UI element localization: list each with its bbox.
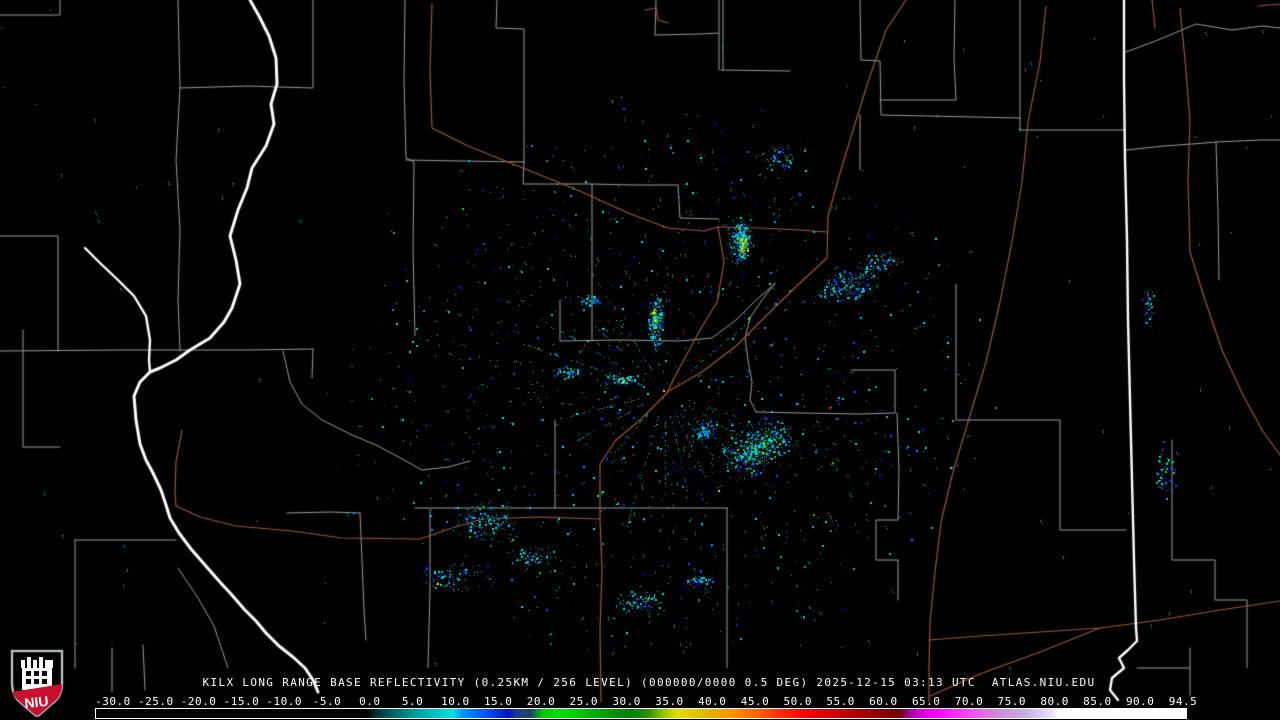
scale-tick-label: -5.0 (313, 695, 342, 708)
scale-tick-label: -20.0 (181, 695, 217, 708)
scale-tick-label: 50.0 (784, 695, 813, 708)
scale-tick-label: 40.0 (698, 695, 727, 708)
radar-product-caption: KILX LONG RANGE BASE REFLECTIVITY (0.25K… (0, 676, 1280, 689)
radar-display: KILX LONG RANGE BASE REFLECTIVITY (0.25K… (0, 0, 1280, 720)
scale-tick-label: 75.0 (998, 695, 1027, 708)
scale-tick-label: 55.0 (826, 695, 855, 708)
scale-tick-label: 70.0 (955, 695, 984, 708)
scale-tick-label: -30.0 (95, 695, 131, 708)
scale-tick-label: 85.0 (1083, 695, 1112, 708)
scale-tick-label: 45.0 (741, 695, 770, 708)
niu-logo: NIU (8, 648, 66, 720)
reflectivity-scale-ticks: -30.0 -25.0 -20.0 -15.0 -10.0 -5.0 0.0 5.0 10.0 1… (0, 695, 1280, 708)
scale-tick-label: -15.0 (224, 695, 260, 708)
scale-tick-label: 20.0 (527, 695, 556, 708)
scale-tick-label: 80.0 (1040, 695, 1069, 708)
scale-tick-label: 15.0 (484, 695, 513, 708)
scale-tick-label: 30.0 (612, 695, 641, 708)
scale-tick-label: 94.5 (1169, 695, 1198, 708)
scale-tick-label: -25.0 (138, 695, 174, 708)
niu-logo-text: NIU (24, 693, 50, 711)
scale-tick-label: 10.0 (441, 695, 470, 708)
scale-tick-label: 35.0 (655, 695, 684, 708)
scale-tick-label: 25.0 (570, 695, 599, 708)
scale-tick-label: 65.0 (912, 695, 941, 708)
scale-tick-label: 90.0 (1126, 695, 1155, 708)
scale-tick-label: 60.0 (869, 695, 898, 708)
radar-map-canvas (0, 0, 1280, 720)
scale-tick-label: 5.0 (402, 695, 423, 708)
scale-tick-label: -10.0 (266, 695, 302, 708)
scale-tick-label: 0.0 (359, 695, 380, 708)
reflectivity-color-bar (95, 708, 1187, 719)
